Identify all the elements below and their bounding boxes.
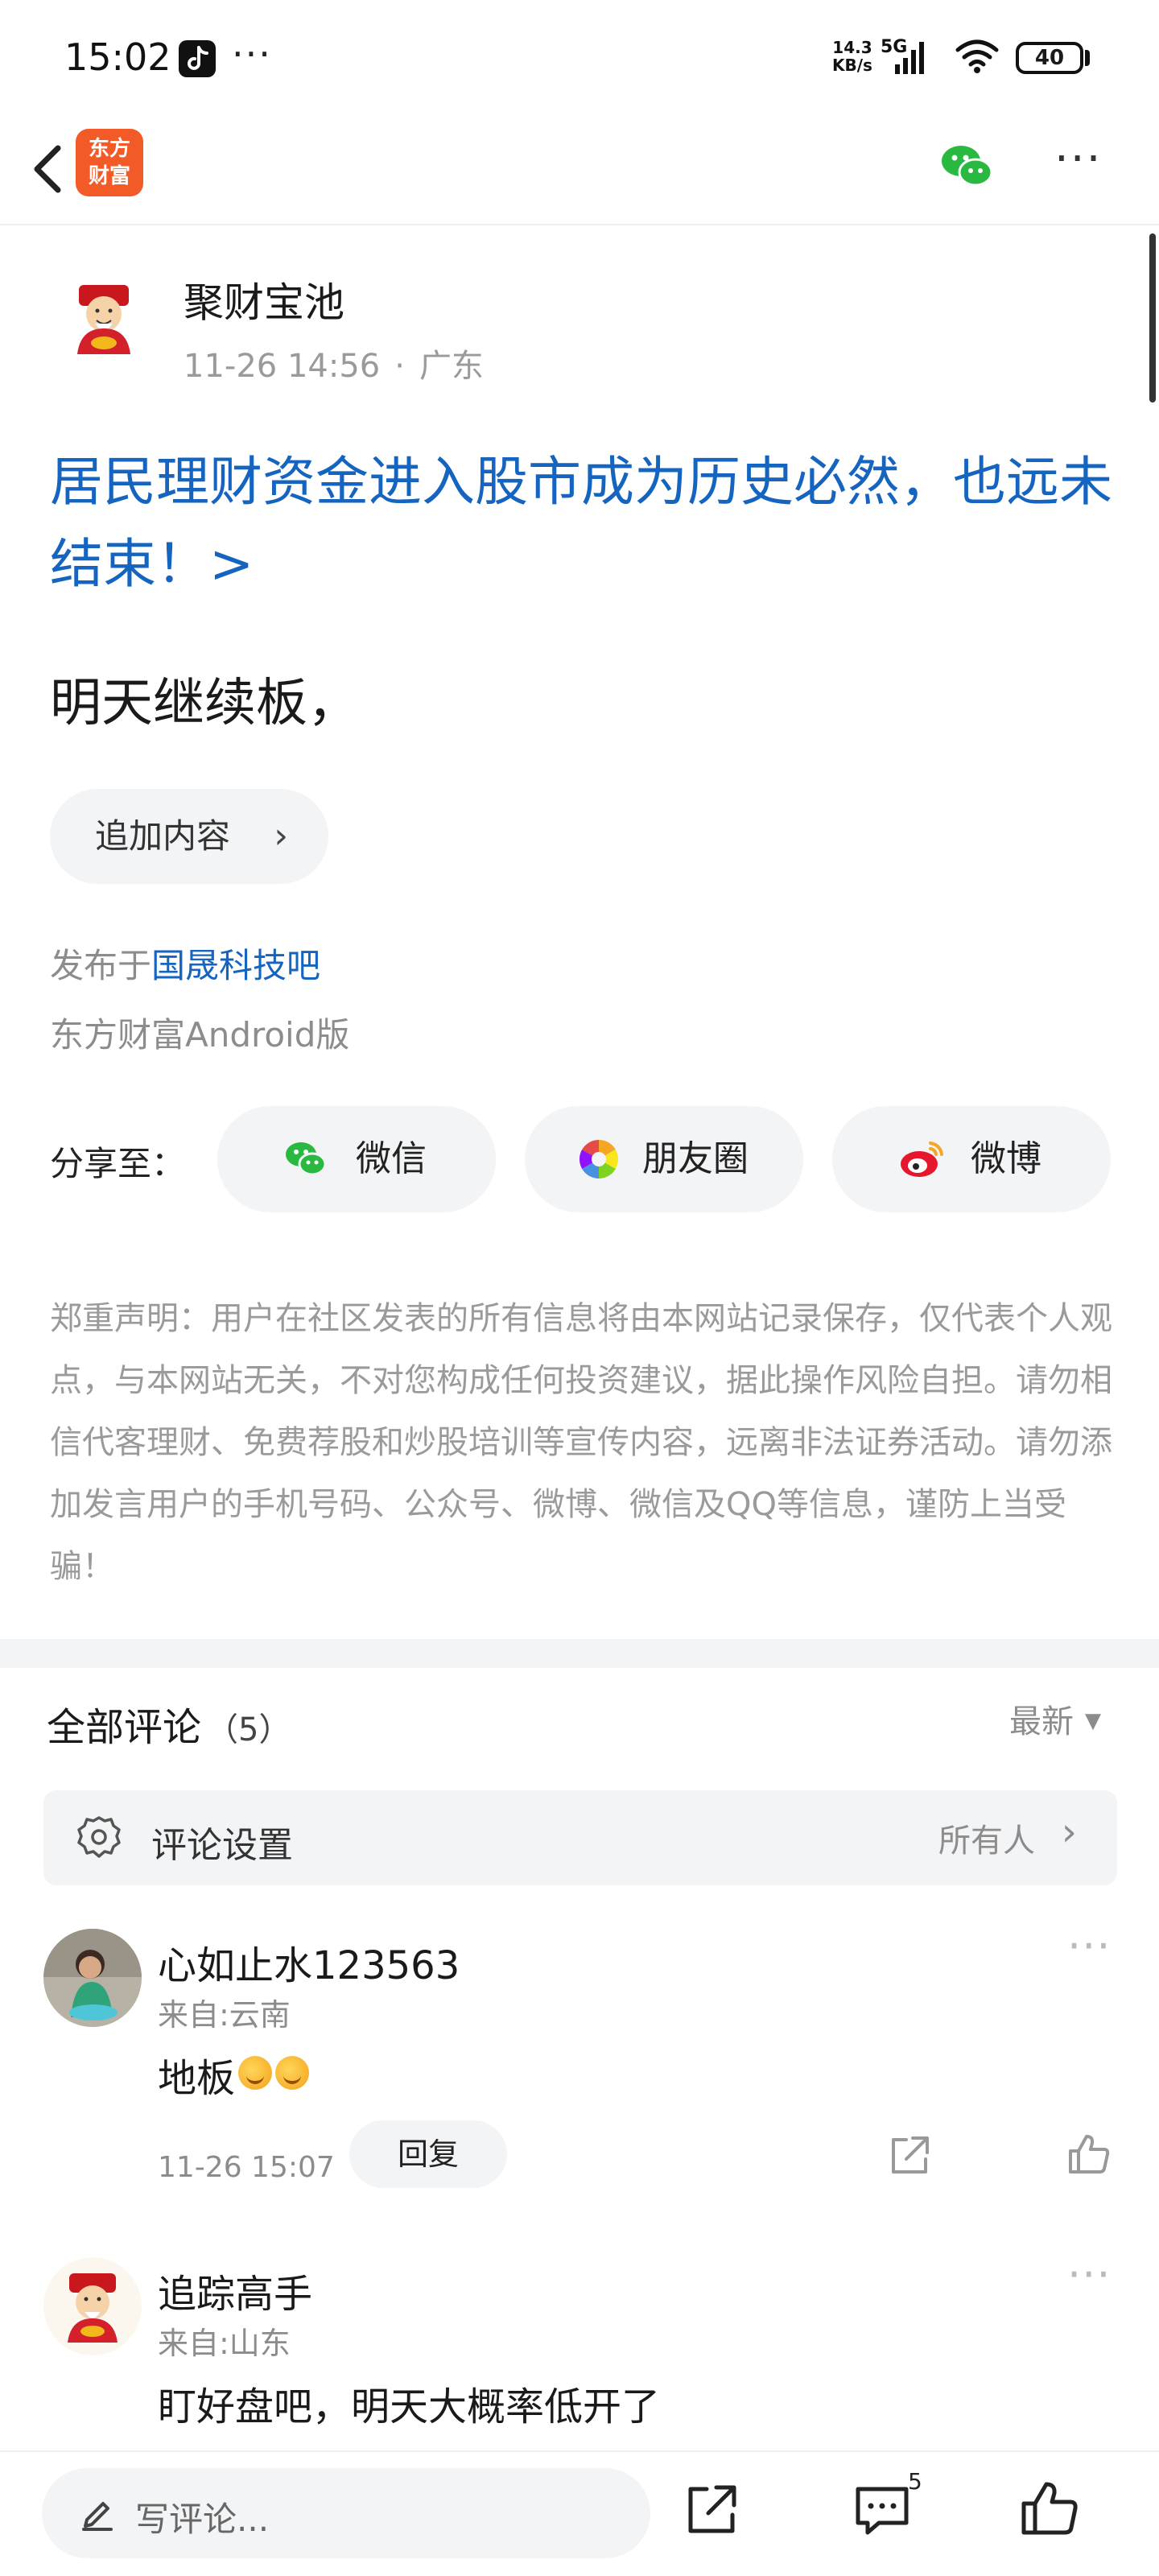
sort-dropdown[interactable]: 最新 ▼ bbox=[1009, 1695, 1101, 1742]
commenter-location: 来自:云南 bbox=[158, 1997, 291, 2033]
share-wechat-button[interactable]: 微信 bbox=[217, 1106, 496, 1212]
pencil-icon bbox=[82, 2502, 113, 2531]
wechat-share-button[interactable] bbox=[935, 134, 1000, 198]
disclaimer: 郑重声明：用户在社区发表的所有信息将由本网站记录保存，仅代表个人观点，与本网站无… bbox=[50, 1300, 1112, 1585]
comments-title: 全部评论 （5） bbox=[47, 1695, 291, 1752]
commenter-name[interactable]: 心如止水123563 bbox=[158, 1934, 460, 1990]
comment-more-button[interactable]: ··· bbox=[1067, 2253, 1112, 2297]
comment-settings-value: 所有人 bbox=[938, 1823, 1035, 1860]
author-avatar[interactable] bbox=[52, 264, 156, 369]
tiktok-icon bbox=[179, 40, 216, 77]
wechat-icon bbox=[286, 1142, 327, 1176]
commenter-avatar[interactable] bbox=[43, 1929, 142, 2027]
comment-icon[interactable] bbox=[852, 2479, 913, 2541]
sort-label: 最新 bbox=[1009, 1703, 1074, 1740]
scrollbar-thumb[interactable] bbox=[1149, 233, 1156, 402]
comment-time: 11-26 15:07 bbox=[158, 2151, 335, 2184]
share-label: 分享至： bbox=[50, 1144, 186, 1183]
more-options-button[interactable]: ··· bbox=[1054, 137, 1119, 192]
comment-more-button[interactable]: ··· bbox=[1067, 1925, 1112, 1968]
chevron-left-icon bbox=[34, 145, 61, 193]
battery-cap bbox=[1085, 50, 1090, 66]
moments-icon bbox=[579, 1140, 619, 1179]
smile-emoji-icon bbox=[238, 2056, 273, 2090]
comment-settings-label: 评论设置 bbox=[151, 1825, 293, 1866]
comment-text: 盯好盘吧，明天大概率低开了 bbox=[158, 2384, 661, 2429]
commenter-location: 来自:山东 bbox=[158, 2326, 291, 2361]
post-meta: 11-26 14:56 · 广东 bbox=[184, 340, 484, 386]
commenter-avatar[interactable] bbox=[43, 2257, 142, 2355]
status-bar: 15:02 ··· 14.3 KB/s 5G 40 bbox=[0, 0, 1159, 113]
write-comment-placeholder: 写评论... bbox=[135, 2500, 270, 2539]
post-location: 广东 bbox=[419, 348, 484, 385]
author-name[interactable]: 聚财宝池 bbox=[184, 270, 344, 328]
thumbs-up-icon[interactable] bbox=[1064, 2130, 1112, 2178]
caret-down-icon: ▼ bbox=[1085, 1709, 1101, 1733]
comments-count: （5） bbox=[206, 1711, 291, 1748]
add-content-button[interactable]: 追加内容 › bbox=[50, 789, 328, 884]
post-title-link[interactable]: 居民理财资金进入股市成为历史必然，也远未结束！> bbox=[50, 441, 1120, 605]
comment-settings-row[interactable]: 评论设置 所有人 › bbox=[43, 1790, 1117, 1885]
wifi-icon bbox=[955, 39, 999, 73]
smile-emoji-icon bbox=[275, 2056, 310, 2090]
commenter-name[interactable]: 追踪高手 bbox=[158, 2262, 312, 2318]
meta-separator: · bbox=[394, 348, 405, 385]
share-moments-button[interactable]: 朋友圈 bbox=[525, 1106, 803, 1212]
share-moments-label: 朋友圈 bbox=[642, 1138, 749, 1179]
share-weibo-button[interactable]: 微博 bbox=[832, 1106, 1111, 1212]
share-weibo-label: 微博 bbox=[971, 1138, 1041, 1179]
battery-icon: 40 bbox=[1016, 42, 1083, 74]
section-divider bbox=[0, 1639, 1159, 1668]
weibo-icon bbox=[901, 1141, 943, 1177]
gear-icon bbox=[77, 1816, 121, 1858]
comment-text: 地板 bbox=[158, 2046, 310, 2103]
published-prefix: 发布于 bbox=[50, 946, 152, 985]
post-body: 明天继续板， bbox=[50, 674, 359, 733]
net-speed: 14.3 KB/s bbox=[832, 38, 872, 75]
reply-button[interactable]: 回复 bbox=[349, 2120, 507, 2188]
eastmoney-logo[interactable]: 东方 财富 bbox=[76, 129, 143, 196]
app-header: 东方 财富 ··· bbox=[0, 113, 1159, 225]
share-icon[interactable] bbox=[885, 2132, 934, 2180]
bottom-action-bar: 写评论... 5 bbox=[0, 2450, 1159, 2576]
chevron-right-icon: › bbox=[1061, 1810, 1077, 1855]
comments-title-label: 全部评论 bbox=[47, 1705, 202, 1750]
share-wechat-label: 微信 bbox=[356, 1138, 427, 1179]
forum-link[interactable]: 国晟科技吧 bbox=[151, 946, 320, 985]
thumbs-up-icon[interactable] bbox=[1016, 2476, 1080, 2541]
signal-icon bbox=[895, 42, 924, 74]
client-info: 东方财富Android版 bbox=[50, 1015, 350, 1055]
notification-more-icon: ··· bbox=[232, 32, 272, 76]
add-content-label: 追加内容 bbox=[95, 816, 231, 856]
write-comment-input[interactable]: 写评论... bbox=[42, 2468, 650, 2558]
chevron-right-icon: › bbox=[274, 815, 288, 857]
share-icon[interactable] bbox=[681, 2479, 742, 2541]
published-in: 发布于国晟科技吧 bbox=[50, 939, 320, 988]
status-time: 15:02 bbox=[64, 35, 171, 79]
wechat-icon bbox=[942, 146, 993, 187]
comment-count-badge: 5 bbox=[908, 2468, 922, 2495]
post-timestamp: 11-26 14:56 bbox=[184, 348, 381, 385]
back-button[interactable] bbox=[18, 130, 82, 208]
